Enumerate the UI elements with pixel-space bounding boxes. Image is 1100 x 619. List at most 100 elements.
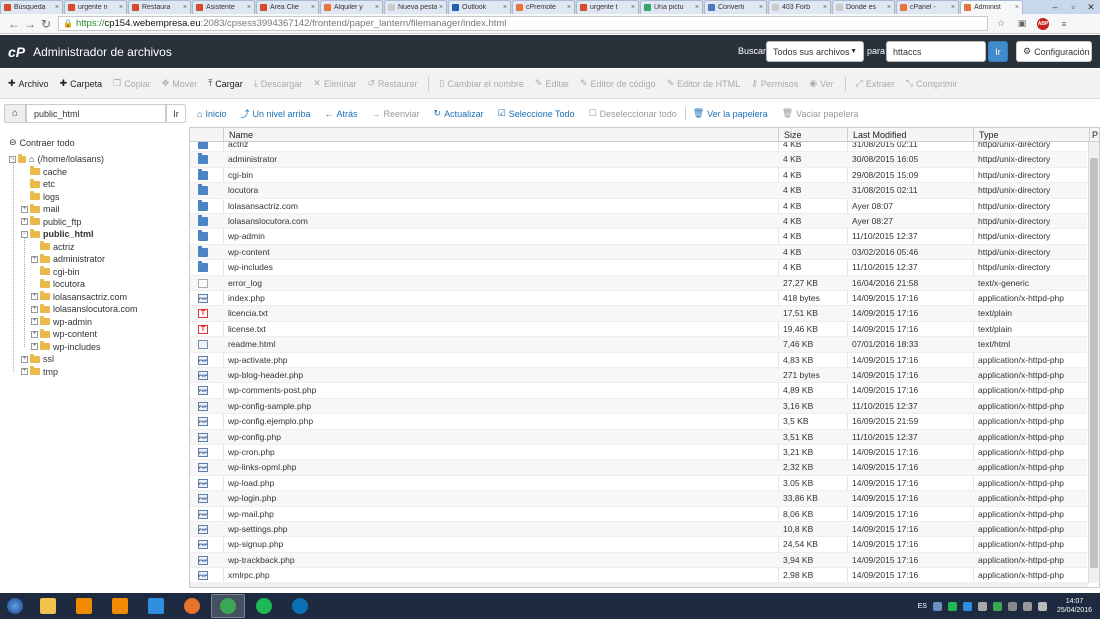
tray-icon[interactable]	[962, 601, 972, 611]
vlc-icon[interactable]	[67, 594, 101, 618]
browser-tab[interactable]: urgente t ×	[576, 0, 639, 14]
close-tab-icon[interactable]: ×	[885, 4, 891, 11]
tree-item[interactable]: + mail	[21, 203, 60, 215]
empty-trash-button[interactable]: 🗑 Vaciar papelera	[782, 108, 859, 119]
expand-icon[interactable]: +	[31, 330, 38, 338]
home-nav-button[interactable]: ⌂ Inicio	[197, 109, 226, 119]
select-all-button[interactable]: ☑ Seleccione Todo	[498, 108, 575, 119]
table-row[interactable]: PHP wp-settings.php 10,8 KB 14/09/2015 17:1…	[190, 522, 1087, 538]
column-permissions[interactable]: P	[1089, 128, 1099, 142]
vertical-scrollbar[interactable]	[1088, 142, 1099, 583]
tray-icon[interactable]	[932, 601, 942, 611]
table-row[interactable]: PHP wp-config.ejemplo.php 3,5 KB 16/09/2015…	[190, 414, 1087, 430]
menu-icon[interactable]: ≡	[1056, 17, 1072, 31]
forward-arrow-icon[interactable]: →	[22, 17, 38, 31]
back-arrow-icon[interactable]: ←	[6, 17, 22, 31]
spotify-icon[interactable]	[247, 594, 281, 618]
restore-button[interactable]: ↺ Restaurar	[367, 78, 417, 89]
close-tab-icon[interactable]: ×	[949, 4, 955, 11]
maximize-icon[interactable]: ▫	[1064, 0, 1082, 14]
adblock-icon[interactable]: ABP	[1035, 17, 1051, 31]
close-tab-icon[interactable]: ×	[53, 4, 59, 11]
internet-explorer-icon[interactable]	[139, 594, 173, 618]
table-row[interactable]: Tlicense.txt 19,46 KB 14/09/2015 17:16 text…	[190, 322, 1087, 338]
tree-item[interactable]: locutora	[31, 278, 85, 290]
close-window-icon[interactable]: ✕	[1082, 0, 1100, 14]
path-go-button[interactable]: Ir	[166, 104, 186, 123]
table-row[interactable]: wp-content 4 KB 03/02/2016 05:46 httpd/unix…	[190, 244, 1087, 261]
browser-tab[interactable]: Administ ×	[960, 0, 1023, 14]
browser-tab[interactable]: Asistente ×	[192, 0, 255, 14]
permissions-button[interactable]: ⚷ Permisos	[751, 78, 798, 89]
table-row[interactable]: wp-admin 4 KB 11/10/2015 12:37 httpd/unix-d…	[190, 229, 1087, 245]
table-row[interactable]: PHP wp-mail.php 8,06 KB 14/09/2015 17:16 app…	[190, 507, 1087, 522]
forward-button[interactable]: → Reenviar	[372, 109, 420, 119]
upload-button[interactable]: ⤒ Cargar	[208, 78, 243, 89]
table-row[interactable]: Tlicencia.txt 17,51 KB 14/09/2015 17:16 tex…	[190, 306, 1087, 322]
column-name[interactable]: Name	[223, 128, 778, 142]
compress-button[interactable]: ⤡ Comprimir	[906, 78, 958, 89]
start-button[interactable]	[0, 593, 30, 619]
firefox-icon[interactable]	[175, 594, 209, 618]
refresh-button[interactable]: ↻ Actualizar	[434, 108, 484, 119]
extract-button[interactable]: ⤢ Extraer	[856, 78, 895, 89]
table-row[interactable]: PHP wp-login.php 33,86 KB 14/09/2015 17:16 a…	[190, 491, 1087, 507]
table-row[interactable]: PHP wp-blog-header.php 271 bytes 14/09/2015…	[190, 368, 1087, 384]
reload-icon[interactable]: ↻	[38, 17, 54, 31]
table-row[interactable]: lolasanslocutora.com 4 KB Ayer 08:27 httpd/…	[190, 214, 1087, 230]
expand-icon[interactable]: +	[21, 355, 28, 363]
tree-item[interactable]: etc	[21, 178, 55, 190]
close-tab-icon[interactable]: ×	[821, 4, 827, 11]
browser-tab[interactable]: Outlook ×	[448, 0, 511, 14]
tree-item[interactable]: + lolasanslocutora.com	[31, 303, 138, 315]
expand-icon[interactable]: +	[21, 368, 28, 375]
new-file-button[interactable]: ✚ Archivo	[8, 78, 49, 89]
path-input[interactable]: public_html	[26, 104, 166, 123]
browser-tab[interactable]: Área Clie ×	[256, 0, 319, 14]
cpanel-logo[interactable]: cP	[8, 44, 25, 60]
browser-tab[interactable]: Restaura ×	[128, 0, 191, 14]
home-button[interactable]: ⌂	[4, 104, 26, 123]
expand-icon[interactable]: +	[31, 305, 38, 313]
close-tab-icon[interactable]: ×	[437, 4, 443, 11]
expand-icon[interactable]: +	[31, 318, 38, 325]
rename-button[interactable]: ▯ Cambiar el nombre	[439, 78, 523, 89]
tree-item[interactable]: cgi-bin	[31, 266, 80, 278]
clock[interactable]: 14:07 25/04/2016	[1057, 597, 1092, 615]
column-size[interactable]: Size	[778, 128, 847, 142]
browser-tab[interactable]: Una pictu ×	[640, 0, 703, 14]
table-row[interactable]: actriz 4 KB 31/08/2015 02:11 httpd/unix-dir…	[190, 142, 1087, 153]
close-tab-icon[interactable]: ×	[309, 4, 315, 11]
close-tab-icon[interactable]: ×	[245, 4, 251, 11]
view-button[interactable]: ◉ Ver	[809, 78, 833, 89]
table-row[interactable]: PHP wp-trackback.php 3,94 KB 14/09/2015 17:…	[190, 552, 1087, 569]
table-row[interactable]: locutora 4 KB 31/08/2015 02:11 httpd/unix-d…	[190, 183, 1087, 199]
column-last-modified[interactable]: Last Modified	[847, 128, 973, 142]
extension-icon[interactable]: ▣	[1014, 17, 1030, 31]
tree-item[interactable]: + ssl	[21, 353, 54, 365]
new-folder-button[interactable]: ✚ Carpeta	[60, 78, 103, 89]
search-input[interactable]: httaccs	[886, 41, 986, 62]
code-editor-button[interactable]: ✎ Editor de código	[580, 78, 656, 89]
close-tab-icon[interactable]: ×	[1013, 4, 1019, 11]
table-row[interactable]: PHP index.php 418 bytes 14/09/2015 17:16 app…	[190, 291, 1087, 307]
table-row[interactable]: PHP wp-load.php 3,05 KB 14/09/2015 17:16 app…	[190, 476, 1087, 492]
close-tab-icon[interactable]: ×	[757, 4, 763, 11]
media-player-icon[interactable]	[103, 594, 137, 618]
tree-item[interactable]: + wp-admin	[31, 316, 92, 328]
browser-tab[interactable]: Donde es ×	[832, 0, 895, 14]
browser-tab[interactable]: Converti ×	[704, 0, 767, 14]
close-tab-icon[interactable]: ×	[373, 4, 379, 11]
search-go-button[interactable]: Ir	[988, 41, 1008, 62]
browser-tab[interactable]: cPremote ×	[512, 0, 575, 14]
table-row[interactable]: PHP xmlrpc.php 2,98 KB 14/09/2015 17:16 appl…	[190, 568, 1087, 583]
column-type[interactable]: Type	[973, 128, 1089, 142]
settings-button[interactable]: ⚙ Configuración	[1016, 41, 1092, 62]
html-editor-button[interactable]: ✎ Editor de HTML	[667, 78, 741, 89]
close-tab-icon[interactable]: ×	[629, 4, 635, 11]
close-tab-icon[interactable]: ×	[565, 4, 571, 11]
collapse-all-button[interactable]: ⊖ Contraer todo	[9, 137, 75, 148]
browser-tab[interactable]: cPanel - ×	[896, 0, 959, 14]
tree-item[interactable]: cache	[21, 166, 67, 178]
delete-button[interactable]: ✕ Eliminar	[313, 78, 356, 89]
